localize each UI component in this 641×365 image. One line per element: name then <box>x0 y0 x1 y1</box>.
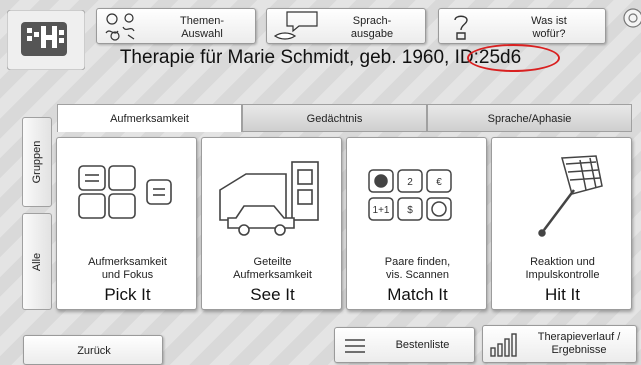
settings-icon[interactable] <box>621 6 641 32</box>
back-label: Zurück <box>77 345 111 357</box>
list-icon <box>345 339 365 353</box>
card-pick-it[interactable]: Aufmerksamkeit und Fokus Pick It <box>56 137 197 310</box>
tile-label: € <box>436 177 442 188</box>
card-subtitle: Paare finden, vis. Scannen <box>384 256 451 281</box>
bar-chart-icon <box>490 333 517 357</box>
side-tab-label: Gruppen <box>31 140 43 184</box>
back-button[interactable]: Zurück <box>23 335 163 365</box>
brain-icon <box>105 13 135 41</box>
card-subtitle: Geteilte Aufmerksamkeit <box>233 256 312 281</box>
side-tab-groups[interactable]: Gruppen <box>22 117 52 207</box>
tab-aufmerksamkeit[interactable]: Aufmerksamkeit <box>57 104 242 132</box>
leaderboard-label: Bestenliste <box>395 339 450 351</box>
card-title: Pick It <box>104 285 151 304</box>
flyswatter-icon <box>538 155 603 237</box>
tab-gedaechtnis[interactable]: Gedächtnis <box>242 104 427 132</box>
card-subtitle: Reaktion und Impulskontrolle <box>525 256 600 281</box>
tile-label: 2 <box>407 177 413 188</box>
card-see-it[interactable]: Geteilte Aufmerksamkeit See It <box>201 137 342 310</box>
speech-output-label: Sprach- ausgabe <box>350 15 394 40</box>
card-subtitle: Aufmerksamkeit und Fokus <box>88 256 167 281</box>
help-label: Was ist wofür? <box>531 15 567 40</box>
side-tab-label: Alle <box>31 252 43 271</box>
therapy-progress-label: Therapieverlauf / Ergebnisse <box>537 331 621 356</box>
help-button[interactable]: Was ist wofür? <box>438 8 606 44</box>
id-highlight-circle <box>467 44 560 72</box>
card-match-it[interactable]: 2 € 1+1 $ Paare finden, vis. Scannen Mat… <box>346 137 487 310</box>
tab-label: Gedächtnis <box>306 113 363 125</box>
card-title: Match It <box>387 285 448 304</box>
speech-bubble-icon <box>273 11 318 40</box>
card-hit-it[interactable]: Reaktion und Impulskontrolle Hit It <box>491 137 632 310</box>
tile-label: $ <box>407 205 413 216</box>
side-tab-all[interactable]: Alle <box>22 213 52 310</box>
car-garage-icon <box>219 161 319 236</box>
tiles-icon: 2 € 1+1 $ <box>368 169 452 221</box>
topics-label: Themen- Auswahl <box>179 15 225 40</box>
speech-output-button[interactable]: Sprach- ausgabe <box>266 8 426 44</box>
therapy-progress-button[interactable]: Therapieverlauf / Ergebnisse <box>482 325 637 363</box>
tab-label: Aufmerksamkeit <box>110 113 189 125</box>
card-title: Hit It <box>545 285 580 304</box>
card-title: See It <box>250 285 295 304</box>
tab-label: Sprache/Aphasie <box>487 113 572 125</box>
tab-sprache-aphasie[interactable]: Sprache/Aphasie <box>427 104 632 132</box>
topics-button[interactable]: Themen- Auswahl <box>96 8 256 44</box>
tile-label: 1+1 <box>373 205 390 216</box>
shapes-icon <box>78 165 172 219</box>
question-mark-icon <box>454 15 468 40</box>
leaderboard-button[interactable]: Bestenliste <box>334 327 475 363</box>
